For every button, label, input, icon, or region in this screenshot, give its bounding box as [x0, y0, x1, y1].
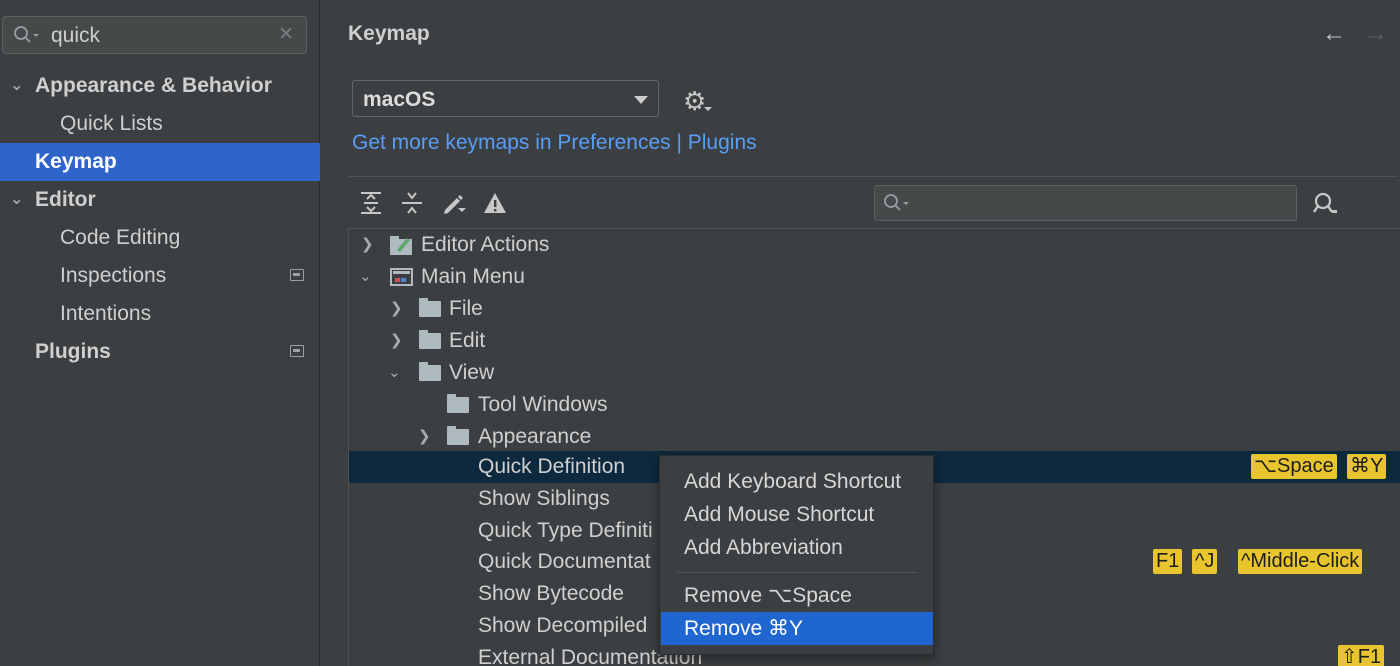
expand-all-icon[interactable] — [358, 190, 384, 216]
sidebar-item-editor[interactable]: ⌄ Editor — [0, 181, 320, 219]
tree-row-editor-actions[interactable]: ❯ Editor Actions — [349, 229, 1400, 261]
sidebar-item-inspections[interactable]: Inspections — [0, 257, 320, 295]
menu-item-label: Add Abbreviation — [684, 536, 843, 559]
clear-search-icon[interactable]: ✕ — [278, 23, 294, 46]
sidebar-item-label: Plugins — [35, 340, 111, 363]
tree-row-label: Edit — [449, 329, 486, 352]
divider — [348, 176, 1398, 177]
shortcut-badge: ^Middle-Click — [1238, 549, 1363, 574]
chevron-right-icon[interactable]: ❯ — [390, 325, 403, 357]
tree-row-main-menu[interactable]: ⌄ Main Menu — [349, 261, 1400, 293]
menu-item-label: Remove ⌥Space — [684, 584, 852, 607]
folder-icon — [447, 394, 469, 413]
shortcut-badge: ⇧F1 — [1338, 645, 1385, 666]
menu-item-label: Add Mouse Shortcut — [684, 503, 875, 526]
folder-icon — [447, 426, 469, 445]
main-menu-icon — [390, 268, 413, 286]
sidebar-item-intentions[interactable]: Intentions — [0, 295, 320, 333]
chevron-right-icon[interactable]: ❯ — [361, 229, 374, 261]
keymap-dropdown[interactable]: macOS — [352, 80, 659, 117]
menu-item-add-mouse-shortcut[interactable]: Add Mouse Shortcut — [661, 498, 933, 531]
tree-row-label: Editor Actions — [421, 233, 550, 256]
tree-row-file[interactable]: ❯ File — [349, 293, 1400, 325]
sidebar-item-label: Editor — [35, 188, 96, 211]
sidebar-item-label: Intentions — [60, 302, 152, 325]
tree-row-label: Appearance — [478, 425, 592, 448]
sidebar-item-quick-lists[interactable]: Quick Lists — [0, 105, 320, 143]
chevron-right-icon[interactable]: ❯ — [418, 421, 431, 453]
project-scope-icon — [290, 345, 304, 357]
tree-row-label: Quick Type Definiti — [478, 519, 653, 542]
folder-icon — [419, 298, 441, 317]
tree-row-label: Quick Definition — [478, 455, 626, 478]
tree-row-label: Show Decompiled — [478, 614, 648, 637]
settings-search-input[interactable]: quick ✕ — [2, 16, 307, 54]
shortcut-badge: ⌘Y — [1347, 454, 1387, 479]
tree-row-view[interactable]: ⌄ View — [349, 357, 1400, 389]
folder-icon — [419, 330, 441, 349]
tree-row-tool-windows[interactable]: Tool Windows — [349, 389, 1400, 421]
keymaps-plugins-link[interactable]: Get more keymaps in Preferences | Plugin… — [352, 131, 757, 155]
sidebar-item-keymap[interactable]: Keymap — [0, 143, 320, 181]
menu-item-add-abbreviation[interactable]: Add Abbreviation — [661, 531, 933, 564]
keymap-selected-value: macOS — [363, 88, 436, 111]
shortcut-badge: F1 — [1153, 549, 1183, 574]
chevron-down-icon[interactable]: ⌄ — [359, 261, 372, 293]
collapse-all-icon[interactable] — [399, 190, 425, 216]
tree-row-label: Tool Windows — [478, 393, 608, 416]
edit-shortcut-icon[interactable] — [441, 190, 467, 216]
page-title: Keymap — [348, 22, 430, 45]
project-scope-icon — [290, 269, 304, 281]
history-navigation: ← → — [1304, 20, 1388, 48]
settings-sidebar: quick ✕ ⌄ Appearance & Behavior Quick Li… — [0, 0, 320, 666]
sidebar-item-label: Appearance & Behavior — [35, 74, 272, 97]
sidebar-item-plugins[interactable]: Plugins — [0, 333, 320, 371]
shortcut-badge: ⌥Space — [1251, 454, 1337, 479]
search-icon — [884, 194, 909, 211]
sidebar-item-appearance-behavior[interactable]: ⌄ Appearance & Behavior — [0, 67, 320, 105]
sidebar-item-label: Quick Lists — [60, 112, 163, 135]
chevron-down-icon[interactable]: ⌄ — [388, 357, 401, 389]
conflicts-warning-icon[interactable] — [482, 190, 508, 216]
tree-row-label: File — [449, 297, 483, 320]
menu-item-label: Remove ⌘Y — [684, 617, 804, 640]
menu-separator — [677, 572, 917, 573]
tree-row-label: Show Siblings — [478, 487, 610, 510]
tree-row-label: Main Menu — [421, 265, 525, 288]
tree-row-label: Quick Documentat — [478, 550, 651, 573]
find-by-shortcut-icon[interactable] — [1311, 190, 1339, 218]
editor-actions-icon — [390, 236, 412, 255]
shortcut-context-menu: Add Keyboard Shortcut Add Mouse Shortcut… — [659, 455, 934, 655]
dropdown-caret-icon — [634, 96, 648, 104]
sidebar-item-label: Code Editing — [60, 226, 181, 249]
chevron-right-icon[interactable]: ❯ — [390, 293, 403, 325]
shortcut-filter-input[interactable] — [874, 185, 1297, 221]
tree-row-appearance[interactable]: ❯ Appearance — [349, 421, 1400, 453]
folder-icon — [419, 362, 441, 381]
arrow-left-icon[interactable]: ← — [1322, 20, 1346, 47]
tree-row-label: View — [449, 361, 495, 384]
sidebar-item-code-editing[interactable]: Code Editing — [0, 219, 320, 257]
chevron-down-icon[interactable]: ⌄ — [10, 67, 23, 105]
search-icon — [14, 26, 39, 43]
menu-item-label: Add Keyboard Shortcut — [684, 470, 902, 493]
menu-item-remove-cmd-y[interactable]: Remove ⌘Y — [661, 612, 933, 645]
menu-item-remove-option-space[interactable]: Remove ⌥Space — [661, 579, 933, 612]
gear-icon[interactable]: ⚙ — [683, 86, 706, 117]
tree-row-label: Show Bytecode — [478, 582, 624, 605]
search-value: quick — [51, 24, 101, 47]
gear-dropdown-caret-icon[interactable] — [704, 107, 712, 111]
shortcut-badge: ^J — [1192, 549, 1218, 574]
menu-item-add-keyboard-shortcut[interactable]: Add Keyboard Shortcut — [661, 465, 933, 498]
sidebar-item-label: Keymap — [35, 150, 117, 173]
arrow-right-icon[interactable]: → — [1364, 20, 1388, 47]
chevron-down-icon[interactable]: ⌄ — [10, 181, 23, 219]
sidebar-item-label: Inspections — [60, 264, 167, 287]
tree-row-edit[interactable]: ❯ Edit — [349, 325, 1400, 357]
